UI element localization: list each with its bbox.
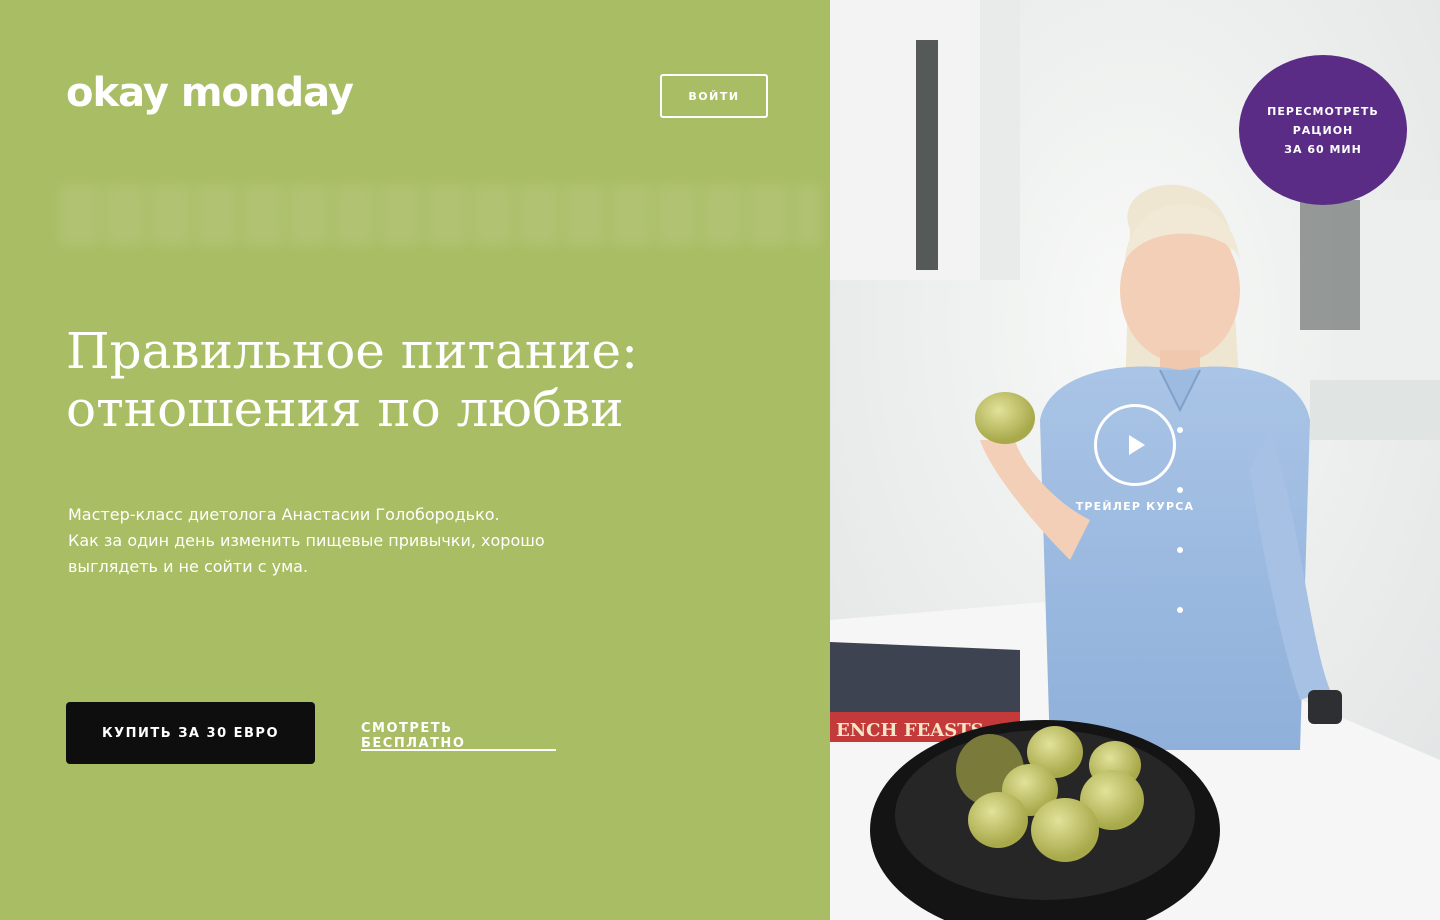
page-title: Правильное питание: отношения по любви <box>66 322 766 438</box>
badge-line-3: ЗА 60 МИН <box>1284 142 1362 156</box>
buy-button[interactable]: КУПИТЬ ЗА 30 ЕВРО <box>66 702 315 764</box>
title-line-2: отношения по любви <box>66 380 624 438</box>
hero-panel <box>0 0 830 920</box>
logo[interactable]: okay monday <box>66 70 354 116</box>
desc-line-3: выглядеть и не сойти с ума. <box>68 557 309 576</box>
badge-text: ПЕРЕСМОТРЕТЬ РАЦИОН ЗА 60 МИН <box>1267 102 1379 159</box>
rethink-diet-badge[interactable]: ПЕРЕСМОТРЕТЬ РАЦИОН ЗА 60 МИН <box>1239 55 1407 205</box>
hero-description: Мастер-класс диетолога Анастасии Голобор… <box>68 502 608 580</box>
desc-line-1: Мастер-класс диетолога Анастасии Голобор… <box>68 505 500 524</box>
badge-line-1: ПЕРЕСМОТРЕТЬ <box>1267 104 1379 118</box>
play-icon <box>1129 435 1145 455</box>
badge-line-2: РАЦИОН <box>1292 123 1354 137</box>
login-button[interactable]: ВОЙТИ <box>660 74 768 118</box>
decorative-ghost-text <box>60 185 820 245</box>
play-trailer-button[interactable] <box>1094 404 1176 486</box>
desc-line-2: Как за один день изменить пищевые привыч… <box>68 531 545 550</box>
watch-free-link[interactable]: СМОТРЕТЬ БЕСПЛАТНО <box>361 721 556 751</box>
title-line-1: Правильное питание: <box>66 322 638 380</box>
trailer-label: ТРЕЙЛЕР КУРСА <box>1075 500 1195 513</box>
